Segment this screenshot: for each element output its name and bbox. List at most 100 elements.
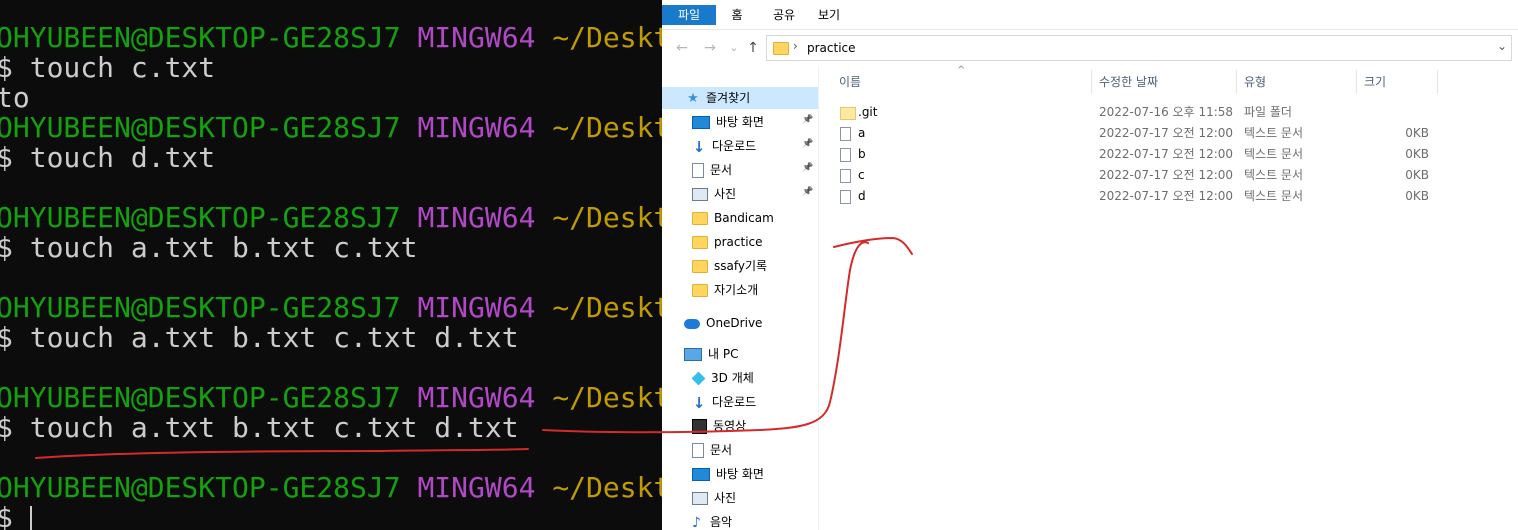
file-row[interactable]: b 2022-07-17 오전 12:00 텍스트 문서 0KB [819,144,1518,165]
chevron-right-icon[interactable]: › [793,39,798,53]
command-text: $ touch d.txt [0,141,216,174]
star-icon: ★ [687,90,699,106]
3d-objects-icon [691,371,706,386]
file-modified: 2022-07-17 오전 12:00 [1099,147,1234,161]
file-size: 0KB [1405,189,1429,203]
column-header-size[interactable]: 크기 [1364,72,1386,92]
ribbon-tab-file[interactable]: 파일 [662,5,716,25]
nav-item-label: 동영상 [713,419,747,433]
nav-item[interactable]: practice [692,231,812,253]
text-file-icon [840,148,851,162]
terminal-prompt-line: OHYUBEEN@DESKTOP-GE28SJ7 MINGW64 ~/Deskt [0,203,662,233]
ribbon-tabs: 파일 홈 공유 보기 [662,0,1518,30]
prompt-env: MINGW64 [417,291,536,324]
nav-item[interactable]: 사진 [692,487,812,509]
nav-item[interactable]: 사진 [692,183,812,205]
terminal-prompt-line: OHYUBEEN@DESKTOP-GE28SJ7 MINGW64 ~/Deskt [0,113,662,143]
nav-item[interactable]: ♪ 음악 [692,511,812,530]
nav-item[interactable]: ↓ 다운로드 [692,391,812,413]
column-header-type[interactable]: 유형 [1244,72,1266,92]
folder-icon [692,212,708,225]
address-toolbar: ← → ⌄ ↑ › practice ⌄ [662,30,1518,66]
desktop-icon [692,116,710,129]
file-type: 파일 폴더 [1244,105,1292,119]
picture-icon [692,188,708,201]
prompt-env: MINGW64 [417,471,536,504]
terminal-window[interactable]: OHYUBEEN@DESKTOP-GE28SJ7 MINGW64 ~/Deskt… [0,0,662,530]
pin-icon[interactable]: 📌 [802,139,813,149]
terminal-prompt-line: OHYUBEEN@DESKTOP-GE28SJ7 MINGW64 ~/Deskt [0,383,662,413]
nav-item[interactable]: 3D 개체 [691,367,812,389]
forward-button[interactable]: → [701,39,719,57]
file-name: .git [858,105,878,119]
file-row[interactable]: c 2022-07-17 오전 12:00 텍스트 문서 0KB [819,165,1518,186]
up-button[interactable]: ↑ [744,39,762,57]
file-size: 0KB [1405,168,1429,182]
nav-item[interactable]: 바탕 화면 [692,463,812,485]
nav-item[interactable]: 문서 [692,159,812,181]
terminal-command-line: $ touch c.txt [0,53,215,83]
terminal-prompt-line: OHYUBEEN@DESKTOP-GE28SJ7 MINGW64 ~/Deskt [0,23,662,53]
column-divider[interactable] [1356,70,1357,94]
folder-icon [773,42,789,55]
prompt-env: MINGW64 [417,21,536,54]
file-row[interactable]: d 2022-07-17 오전 12:00 텍스트 문서 0KB [819,186,1518,207]
music-icon: ♪ [692,514,701,530]
ribbon-tab-home[interactable]: 홈 [722,5,752,25]
column-header-name[interactable]: 이름 [839,72,861,92]
pin-icon[interactable]: 📌 [802,163,813,173]
nav-item-label: Bandicam [714,211,774,225]
prompt-user: OHYUBEEN@DESKTOP-GE28SJ7 [0,471,401,504]
terminal-input-line: $ [0,503,32,530]
file-name: d [858,189,866,203]
column-divider[interactable] [1437,70,1438,94]
nav-item-label: 사진 [714,187,737,201]
file-row[interactable]: a 2022-07-17 오전 12:00 텍스트 문서 0KB [819,123,1518,144]
prompt-path: ~/Deskt [552,381,662,414]
sort-ascending-icon: ^ [957,65,966,76]
nav-item[interactable]: 문서 [692,439,812,461]
nav-item[interactable]: 바탕 화면 [692,111,812,133]
address-path[interactable]: practice [807,41,856,55]
nav-item-label: ssafy기록 [714,259,768,273]
address-bar[interactable]: › practice ⌄ [766,35,1512,61]
recent-locations-button[interactable]: ⌄ [725,39,743,57]
file-type: 텍스트 문서 [1244,168,1304,182]
command-text: $ touch a.txt b.txt c.txt d.txt [0,411,519,444]
picture-icon [692,492,708,505]
ribbon-tab-view[interactable]: 보기 [814,5,844,25]
navigation-pane: ★ 즐겨찾기 바탕 화면 📌 ↓ 다운로드 📌 문서 📌 사진 📌 Bandicam practice s… [662,66,819,530]
chevron-down-icon[interactable]: ⌄ [1497,39,1507,53]
nav-item[interactable]: 동영상 [692,415,812,437]
nav-item[interactable]: 내 PC [684,343,804,365]
prompt-user: OHYUBEEN@DESKTOP-GE28SJ7 [0,21,401,54]
pin-icon[interactable]: 📌 [802,115,813,125]
nav-item[interactable]: OneDrive [684,312,804,334]
prompt-env: MINGW64 [417,381,536,414]
file-row[interactable]: .git 2022-07-16 오후 11:58 파일 폴더 [819,102,1518,123]
column-divider[interactable] [1091,70,1092,94]
folder-icon [692,260,708,273]
nav-item-label: practice [714,235,763,249]
nav-item[interactable]: Bandicam [692,207,812,229]
terminal-output-line: to [0,83,30,113]
pin-icon[interactable]: 📌 [802,187,813,197]
prompt-user: OHYUBEEN@DESKTOP-GE28SJ7 [0,381,401,414]
download-icon: ↓ [692,393,706,412]
nav-item[interactable]: 자기소개 [692,279,812,301]
output-text: to [0,81,30,114]
column-divider[interactable] [1236,70,1237,94]
nav-item[interactable]: ssafy기록 [692,255,812,277]
text-file-icon [840,190,851,204]
ribbon-tab-share[interactable]: 공유 [762,5,806,25]
text-file-icon [840,127,851,141]
terminal-prompt-line: OHYUBEEN@DESKTOP-GE28SJ7 MINGW64 ~/Deskt [0,293,662,323]
nav-item[interactable]: ↓ 다운로드 [692,135,812,157]
document-icon [692,163,704,178]
text-cursor [29,506,32,530]
back-button[interactable]: ← [673,39,691,57]
nav-item[interactable]: ★ 즐겨찾기 [662,87,818,109]
video-icon [692,419,707,434]
column-header-modified[interactable]: 수정한 날짜 [1099,72,1158,92]
command-text: $ [0,501,13,530]
